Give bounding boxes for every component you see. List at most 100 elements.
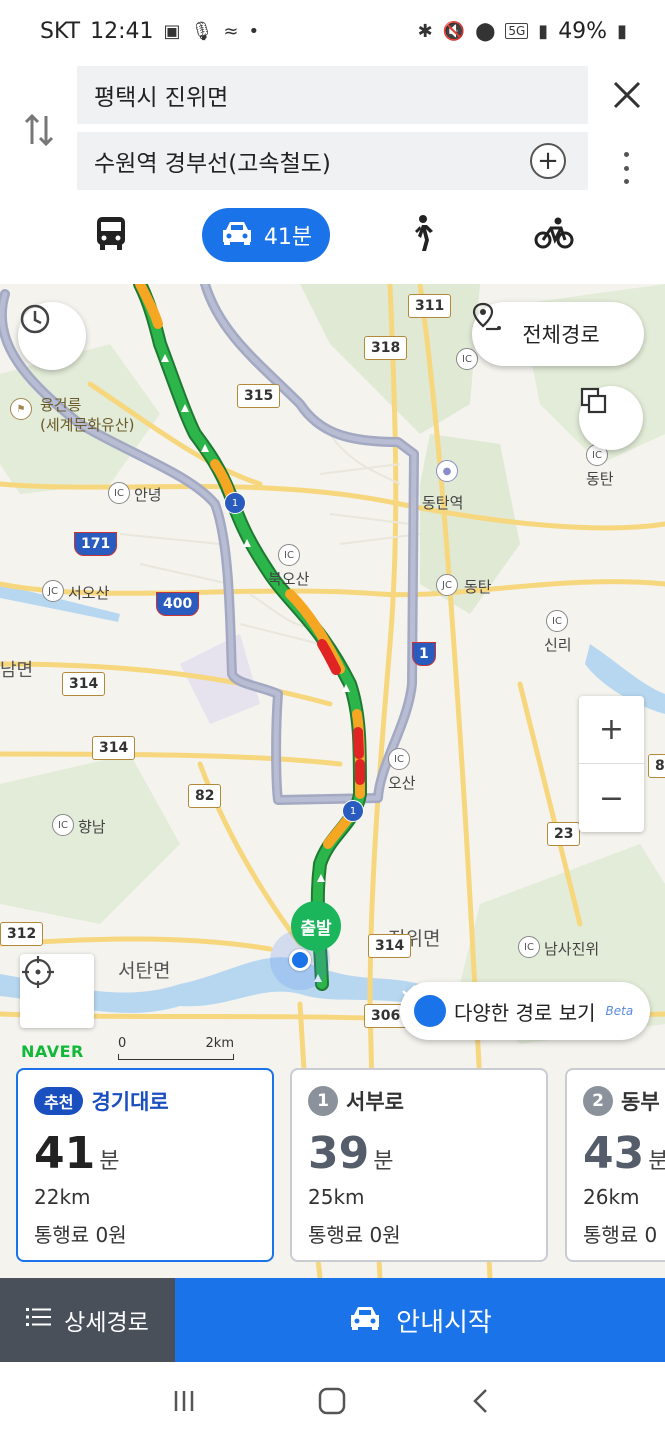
mute-icon: 🔇 xyxy=(442,20,466,42)
back-icon[interactable] xyxy=(461,1381,501,1421)
highway-number: 400 xyxy=(156,592,200,616)
detail-route-button[interactable]: 상세경로 xyxy=(0,1278,175,1362)
destination-text: 수원역 경부선(고속철도) xyxy=(94,151,331,177)
zoom-out-button[interactable]: − xyxy=(579,764,644,832)
start-pin: 출발 xyxy=(291,901,341,961)
heritage-marker: ⚑ xyxy=(10,398,32,420)
route-minutes: 41 xyxy=(34,1128,96,1179)
bike-icon xyxy=(534,216,574,254)
5g-icon: 5G xyxy=(505,23,529,39)
clock: 12:41 xyxy=(90,18,154,44)
ic-marker: IC xyxy=(456,348,478,370)
status-left: SKT 12:41 ▣ 🎙 ≈ • xyxy=(40,19,259,44)
car-icon xyxy=(348,1303,382,1338)
zoom-control: + − xyxy=(579,696,644,832)
route-minutes-unit: 분 xyxy=(373,1149,394,1174)
ic-marker: IC xyxy=(546,610,568,632)
road-number: 315 xyxy=(237,384,281,408)
tab-walk[interactable] xyxy=(402,208,442,262)
swap-icon[interactable] xyxy=(22,110,56,150)
history-button[interactable] xyxy=(18,302,86,370)
start-navigation-label: 안내시작 xyxy=(396,1307,492,1338)
add-waypoint-button[interactable]: + xyxy=(530,143,566,179)
image-icon: ▣ xyxy=(163,20,181,42)
road-number: 314 xyxy=(62,672,106,696)
beta-badge: Beta xyxy=(605,1004,634,1018)
layers-button[interactable] xyxy=(579,386,643,450)
road-number: 311 xyxy=(408,294,452,318)
close-icon[interactable] xyxy=(610,78,644,112)
battery-percent: 49% xyxy=(558,18,608,44)
destination-field[interactable]: 수원역 경부선(고속철도) + xyxy=(77,132,588,190)
route-number-badge: 1 xyxy=(342,800,364,822)
status-right: ✱ 🔇 ⬤ 5G ▮ 49% ▮ xyxy=(418,19,627,44)
whole-route-button[interactable]: 전체경로 xyxy=(472,302,644,366)
map-label-hyangnam: 향남 xyxy=(78,818,106,836)
transport-mode-tabs: 41분 xyxy=(0,202,665,272)
road-number: 314 xyxy=(368,934,412,958)
road-number: 314 xyxy=(92,736,136,760)
route-distance: 22km xyxy=(34,1185,91,1209)
scale-end: 2km xyxy=(205,1036,234,1051)
check-icon xyxy=(402,985,446,1027)
map-label-sinri: 신리 xyxy=(544,636,572,654)
locate-me-button[interactable] xyxy=(20,954,94,1028)
more-options-icon[interactable] xyxy=(616,150,636,186)
route-card-1[interactable]: 1 서부로 39 분 25km 통행료 0원 xyxy=(290,1068,548,1262)
system-nav-bar xyxy=(0,1362,665,1440)
car-duration: 41분 xyxy=(263,225,313,250)
map-label-bukosan: 북오산 xyxy=(268,570,310,588)
app-root: SKT 12:41 ▣ 🎙 ≈ • ✱ 🔇 ⬤ 5G ▮ 49% ▮ 평택시 진… xyxy=(0,0,665,1440)
origin-field[interactable]: 평택시 진위면 xyxy=(77,66,588,124)
tab-bike[interactable] xyxy=(528,208,580,262)
route-card-recommended[interactable]: 추천 경기대로 41 분 22km 통행료 0원 xyxy=(16,1068,274,1262)
start-navigation-button[interactable]: 안내시작 xyxy=(175,1278,665,1362)
route-toll: 통행료 0원 xyxy=(308,1223,401,1247)
signal-icon: ▮ xyxy=(538,20,549,42)
route-index-badge: 2 xyxy=(583,1086,613,1116)
map-scale: 0 2km xyxy=(118,1036,234,1060)
tab-car[interactable]: 41분 xyxy=(202,208,330,262)
route-search-header: 평택시 진위면 수원역 경부선(고속철도) + 41분 xyxy=(0,62,665,284)
ic-marker: IC xyxy=(108,482,130,504)
ic-marker: IC xyxy=(278,544,300,566)
home-icon[interactable] xyxy=(312,1381,352,1421)
route-number-badge: 1 xyxy=(224,492,246,514)
route-name: 경기대로 xyxy=(91,1090,169,1114)
origin-text: 평택시 진위면 xyxy=(94,85,229,111)
map-label-seotanmyeon: 서탄면 xyxy=(118,960,171,982)
jc-marker: JC xyxy=(436,574,458,596)
whole-route-label: 전체경로 xyxy=(522,323,600,347)
map-label-yunggeonneung: 융건릉 xyxy=(40,396,82,414)
ic-marker: IC xyxy=(388,748,410,770)
bluetooth-icon: ✱ xyxy=(417,20,433,42)
detail-route-label: 상세경로 xyxy=(64,1310,149,1336)
alt-routes-label: 다양한 경로 보기 xyxy=(454,1000,596,1025)
signal-wave-icon: ≈ xyxy=(223,20,239,42)
route-card-2[interactable]: 2 동부 43 분 26km 통행료 0 xyxy=(565,1068,665,1262)
highway-number: 1 xyxy=(412,642,436,666)
map-label-anyeong: 안녕 xyxy=(134,486,162,504)
recommend-badge: 추천 xyxy=(34,1087,84,1115)
list-icon xyxy=(26,1306,52,1334)
road-number: 318 xyxy=(364,336,408,360)
recent-apps-icon[interactable] xyxy=(164,1381,204,1421)
route-minutes: 43 xyxy=(583,1128,645,1179)
route-distance: 26km xyxy=(583,1185,640,1209)
action-bar: 상세경로 안내시작 xyxy=(0,1278,665,1362)
tab-bus[interactable] xyxy=(88,208,134,262)
scale-start: 0 xyxy=(118,1036,127,1051)
map-label-osan: 오산 xyxy=(388,774,416,792)
map-label-dongtan-station: 동탄역 xyxy=(422,494,464,512)
alternative-routes-button[interactable]: 다양한 경로 보기 Beta xyxy=(400,982,650,1040)
route-index-badge: 1 xyxy=(308,1086,338,1116)
ic-marker: IC xyxy=(518,936,540,958)
zoom-in-button[interactable]: + xyxy=(579,696,644,764)
road-number: 23 xyxy=(547,822,581,846)
route-toll: 통행료 0 xyxy=(583,1223,658,1247)
road-number: 82 xyxy=(188,784,222,808)
route-name: 서부로 xyxy=(346,1090,404,1114)
route-cards: 추천 경기대로 41 분 22km 통행료 0원 1 서부로 39 분 25km… xyxy=(0,1068,665,1264)
map-label-namsajinwi: 남사진위 xyxy=(544,940,600,958)
station-marker: ● xyxy=(436,460,458,482)
